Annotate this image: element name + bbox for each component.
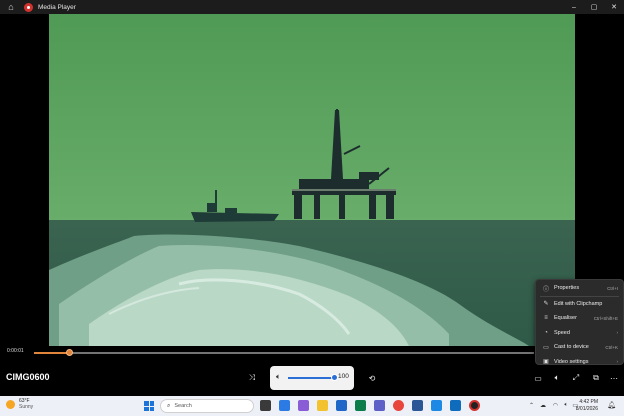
video-title: CIMG0600	[6, 372, 50, 382]
subtitles-icon[interactable]: ▭	[531, 371, 545, 385]
clock-date: 8/01/2026	[575, 406, 598, 412]
elapsed-time: 0:00:01	[7, 348, 24, 354]
menu-item-edit-with-clipchamp[interactable]: ✎ Edit with Clipchamp	[536, 297, 623, 312]
search-icon: ⌕	[167, 402, 171, 409]
window-title: Media Player	[38, 3, 76, 11]
menu-item-shortcut: Ctrl+I	[607, 285, 618, 291]
video-frame[interactable]	[49, 14, 575, 346]
info-icon: ⓘ	[542, 286, 549, 293]
word-icon[interactable]	[412, 400, 423, 411]
volume-button-icon[interactable]: 🔈︎	[550, 371, 564, 385]
taskbar-search[interactable]: ⌕ Search	[160, 399, 254, 413]
menu-item-properties[interactable]: ⓘ Properties Ctrl+I	[536, 281, 623, 296]
weather-description: Sunny	[19, 404, 34, 410]
volume-slider-fill	[288, 377, 334, 379]
mail-icon[interactable]	[431, 400, 442, 411]
menu-item-shortcut: Ctrl+Shift+E	[593, 315, 618, 321]
seek-bar-thumb[interactable]	[65, 349, 73, 356]
clipchamp-icon: ✎	[543, 301, 549, 308]
title-bar: ⌂ Media Player – ▢ ✕	[0, 0, 624, 14]
video-settings-icon: ▣	[543, 359, 549, 366]
teams-icon[interactable]	[374, 400, 385, 411]
submenu-chevron-icon: ›	[616, 359, 619, 365]
volume-value: 100	[338, 373, 349, 380]
shuffle-icon[interactable]: ⤨	[245, 371, 259, 385]
wifi-icon[interactable]: ◠	[553, 402, 558, 409]
seek-bar-row: 0:00:01	[0, 343, 624, 361]
sun-icon	[6, 399, 15, 409]
more-options-icon[interactable]: ⋯	[607, 371, 621, 385]
chrome-icon[interactable]	[393, 400, 404, 411]
outlook-icon[interactable]	[450, 400, 461, 411]
equaliser-icon: ≡	[544, 315, 548, 322]
minimize-button[interactable]: –	[564, 0, 584, 14]
menu-item-equaliser[interactable]: ≡ Equaliser Ctrl+Shift+E	[536, 311, 623, 326]
menu-item-speed[interactable]: ◔ Speed ›	[536, 326, 623, 341]
home-icon[interactable]: ⌂	[4, 0, 18, 14]
menu-item-label: Properties	[554, 285, 580, 292]
volume-popup: 🔈︎ 100	[270, 366, 354, 390]
chevron-up-icon[interactable]: ⌃	[529, 402, 534, 409]
file-explorer-icon[interactable]	[317, 400, 328, 411]
search-placeholder: Search	[174, 403, 192, 409]
mini-player-icon[interactable]: ⧉	[589, 371, 603, 385]
volume-slider[interactable]	[288, 374, 338, 381]
video-area[interactable]	[0, 14, 624, 396]
speed-icon: ◔	[544, 329, 548, 336]
task-view-icon[interactable]	[260, 400, 271, 411]
menu-item-label: Speed	[554, 329, 570, 336]
excel-icon[interactable]	[355, 400, 366, 411]
copilot-icon[interactable]	[298, 400, 309, 411]
seek-bar-fill	[34, 352, 69, 354]
cast-icon: ▭	[543, 344, 549, 351]
menu-item-shortcut: Ctrl+K	[605, 344, 618, 350]
speaker-tray-icon[interactable]: 🔈︎	[564, 402, 568, 409]
more-options-menu: ⓘ Properties Ctrl+I ✎ Edit with Clipcham…	[535, 279, 624, 365]
onedrive-icon[interactable]: ☁	[540, 402, 546, 409]
close-button[interactable]: ✕	[604, 0, 624, 14]
repeat-icon[interactable]: ⟲	[365, 371, 379, 385]
clock[interactable]: 4:42 PM 8/01/2026	[576, 399, 598, 413]
menu-item-video-settings[interactable]: ▣ Video settings ›	[536, 355, 623, 370]
taskbar: 63°F Sunny ⌕ Search ⌃ ☁ ◠ 🔈︎ ▭ 4:42 PM 8…	[0, 396, 624, 416]
window-controls: – ▢ ✕	[564, 0, 624, 14]
fullscreen-icon[interactable]: ⤢	[569, 371, 583, 385]
menu-item-label: Edit with Clipchamp	[554, 300, 603, 307]
menu-item-label: Video settings	[554, 358, 589, 365]
notification-bell-icon[interactable]: 🔔︎	[607, 401, 616, 409]
media-player-taskbar-icon[interactable]	[469, 400, 480, 411]
submenu-chevron-icon: ›	[616, 330, 619, 336]
volume-slider-thumb[interactable]	[330, 374, 338, 381]
media-player-app-icon	[24, 2, 33, 12]
seek-bar[interactable]	[34, 349, 534, 356]
start-button-icon[interactable]	[144, 401, 154, 411]
weather-widget[interactable]: 63°F Sunny	[6, 398, 33, 410]
menu-item-label: Equaliser	[554, 315, 577, 322]
menu-item-cast-to-device[interactable]: ▭ Cast to device Ctrl+K	[536, 340, 623, 355]
store-icon[interactable]	[336, 400, 347, 411]
speaker-icon[interactable]: 🔈︎	[276, 372, 281, 382]
edge-icon[interactable]	[279, 400, 290, 411]
clock-time: 4:42 PM	[579, 399, 598, 405]
menu-item-label: Cast to device	[554, 344, 589, 351]
maximize-button[interactable]: ▢	[584, 0, 604, 14]
